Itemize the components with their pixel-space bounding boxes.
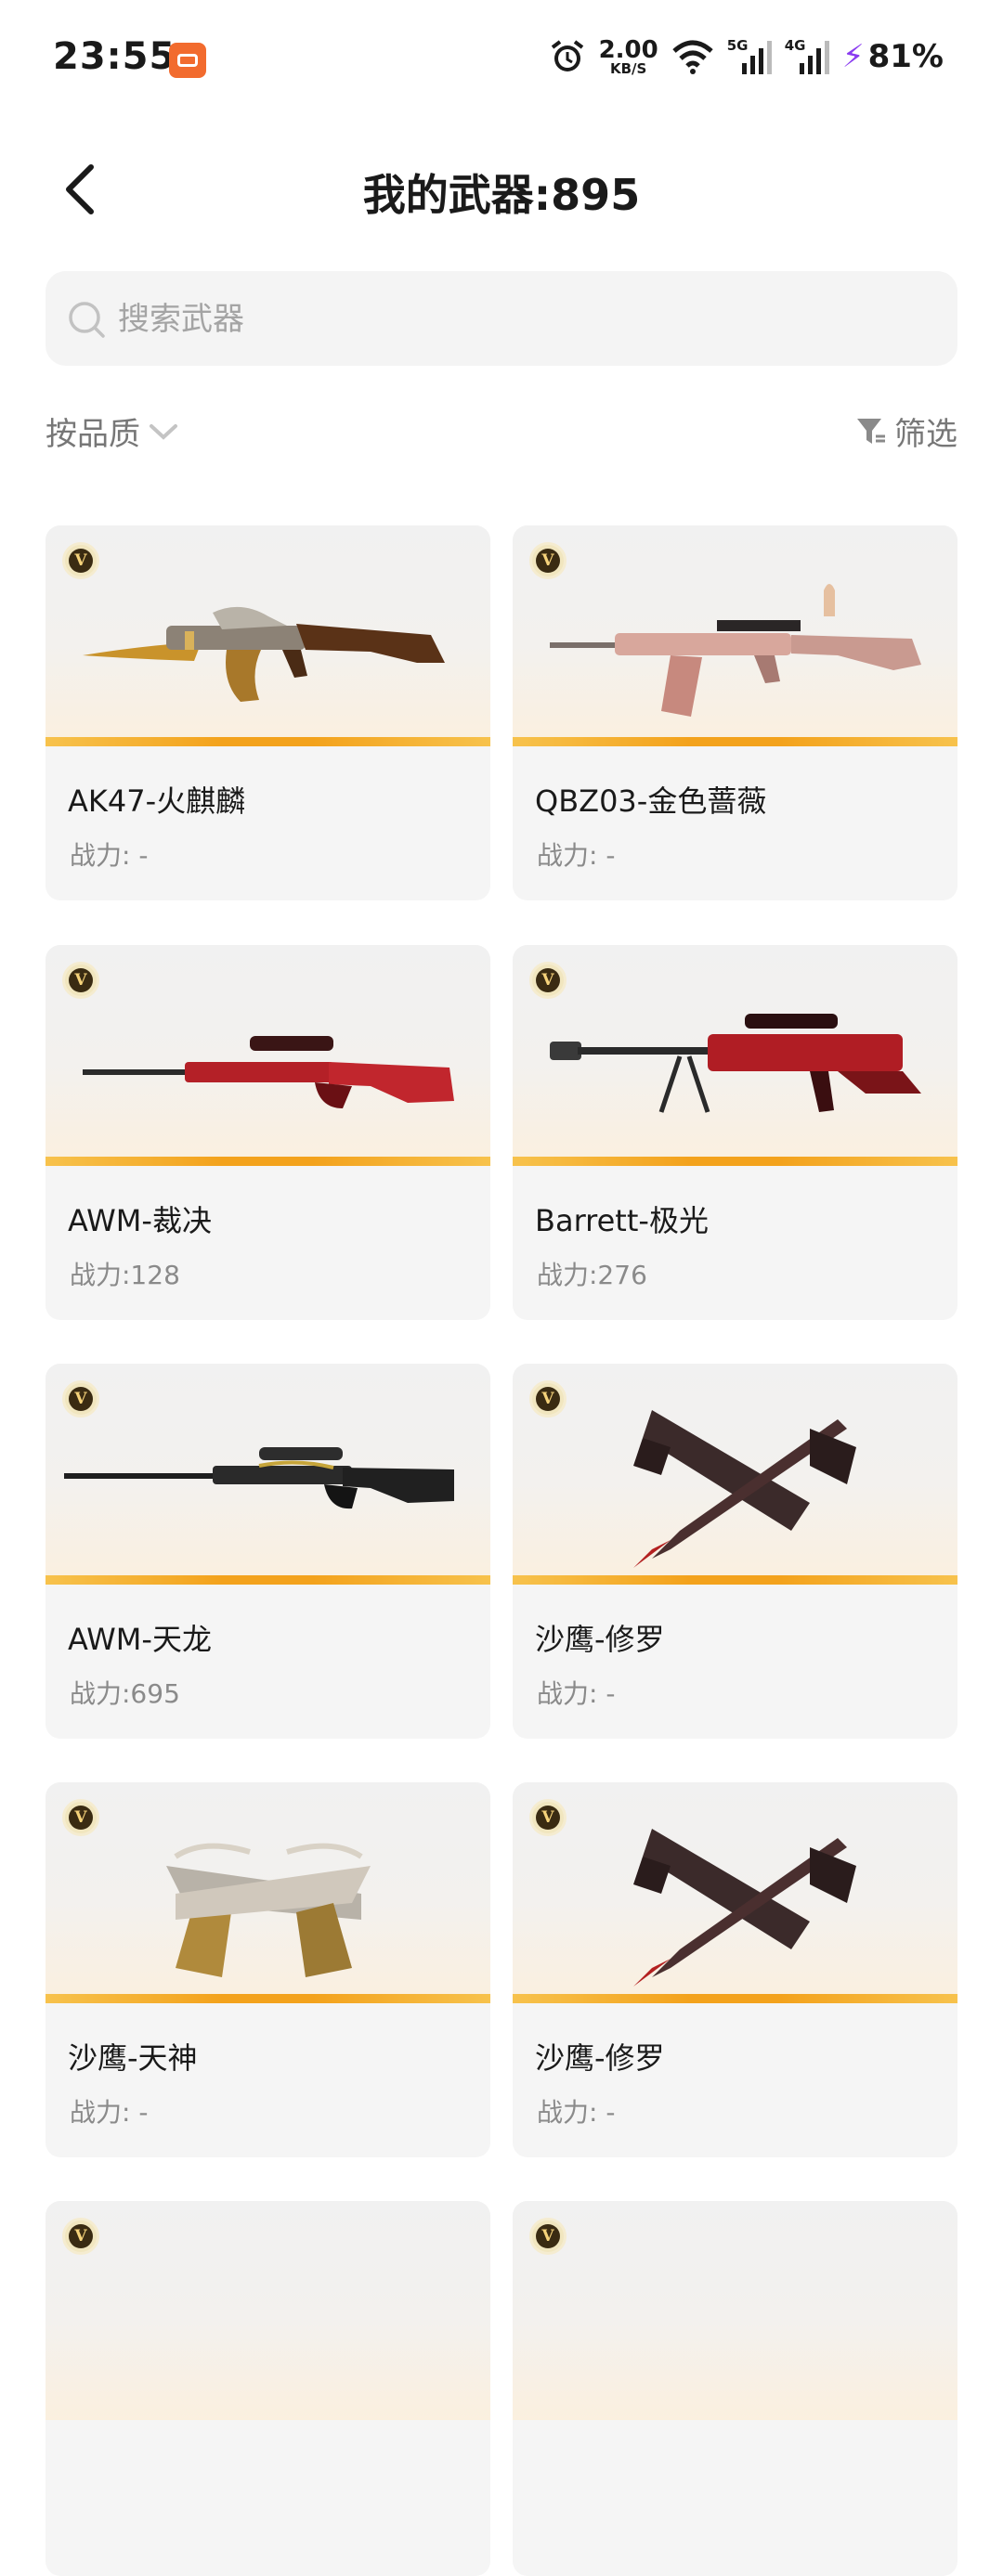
v-badge-icon: V [62, 2218, 99, 2255]
quality-bar [513, 737, 957, 746]
filter-icon [857, 418, 885, 444]
weapon-card[interactable]: V AK47-火麒麟 战力: - [46, 525, 490, 900]
weapon-image-area [513, 1782, 957, 2001]
quality-bar [513, 1994, 957, 2003]
weapon-name: AWM-天龙 [68, 1622, 212, 1657]
net-speed: 2.00 KB/S [599, 38, 658, 76]
weapon-card[interactable]: V 沙鹰-修罗 战力: - [513, 1782, 957, 2157]
battery-indicator: ⚡ 81% [842, 38, 944, 75]
weapon-power: 战力: - [537, 1678, 616, 1709]
filter-label: 筛选 [894, 416, 957, 453]
weapon-card[interactable]: V [46, 2201, 490, 2576]
wifi-icon [672, 40, 713, 74]
quality-bar [46, 1994, 490, 2003]
weapon-card[interactable]: V 沙鹰-修罗 战力: - [513, 1364, 957, 1739]
sniper-heavy-red-icon [550, 1014, 921, 1113]
quality-bar [46, 737, 490, 746]
status-indicators: 2.00 KB/S 5G 4G ⚡ 81% [549, 33, 944, 80]
chevron-down-icon [150, 423, 177, 440]
sort-by-quality-dropdown[interactable]: 按品质 [46, 408, 179, 454]
alarm-icon [551, 40, 583, 71]
weapon-power: 战力:276 [537, 1260, 647, 1290]
rifle-gold-icon [83, 606, 445, 702]
pistols-dark-icon [633, 1410, 856, 1568]
weapon-image-area [46, 1782, 490, 2001]
weapon-name: Barrett-极光 [535, 1203, 709, 1238]
search-input[interactable] [116, 271, 937, 368]
quality-bar [46, 1575, 490, 1585]
weapon-image-area [46, 525, 490, 744]
sniper-black-icon [64, 1447, 454, 1509]
v-badge-icon: V [529, 2218, 567, 2255]
battery-percent: 81% [867, 38, 944, 75]
quality-bar [46, 1157, 490, 1166]
weapon-image-area [46, 2201, 490, 2420]
weapon-card[interactable]: V QBZ03-金色蔷薇 战力: - [513, 525, 957, 900]
pistols-gold-icon [166, 1843, 371, 1977]
v-badge-icon: V [529, 542, 567, 579]
sniper-red-icon [83, 1036, 454, 1108]
weapon-power: 战力: - [70, 840, 149, 871]
weapon-image-area [513, 1364, 957, 1583]
weapon-name: QBZ03-金色蔷薇 [535, 783, 767, 819]
sort-filter-row: 按品质 筛选 [46, 408, 957, 464]
status-bar: 23:55 2.00 KB/S 5G 4G ⚡ 81% [0, 0, 1003, 121]
filter-button[interactable]: 筛选 [855, 408, 957, 454]
search-bar[interactable] [46, 271, 957, 368]
weapon-power: 战力: - [537, 840, 616, 871]
v-badge-icon: V [62, 542, 99, 579]
weapon-power: 战力:128 [70, 1260, 180, 1290]
quality-bar [513, 1157, 957, 1166]
net-speed-value: 2.00 [598, 35, 658, 64]
sort-label: 按品质 [46, 416, 140, 453]
weapon-card[interactable]: V AWM-天龙 战力:695 [46, 1364, 490, 1739]
header: 我的武器:895 [0, 139, 1003, 241]
weapon-card[interactable]: V AWM-裁决 战力:128 [46, 945, 490, 1320]
search-icon [69, 302, 105, 338]
signal-icon: 5G [727, 37, 772, 76]
weapon-card[interactable]: V Barrett-极光 战力:276 [513, 945, 957, 1320]
weapon-name: AWM-裁决 [68, 1203, 212, 1238]
weapon-name: AK47-火麒麟 [68, 783, 246, 819]
weapon-power: 战力: - [537, 2097, 616, 2128]
v-badge-icon: V [529, 1380, 567, 1417]
weapon-image-area [46, 945, 490, 1164]
weapon-card[interactable]: V [513, 2201, 957, 2576]
weapon-power: 战力: - [70, 2097, 149, 2128]
rifle-pink-icon [550, 584, 921, 717]
weapon-name: 沙鹰-修罗 [535, 1622, 665, 1657]
weapon-name: 沙鹰-天神 [68, 2040, 198, 2076]
weapon-image-area [46, 1364, 490, 1583]
weapon-image-area [513, 945, 957, 1164]
status-time: 23:55 [53, 35, 176, 78]
weapon-image-area [513, 525, 957, 744]
weapon-power: 战力:695 [70, 1678, 180, 1709]
page-title: 我的武器:895 [362, 170, 641, 220]
pistols-dark-icon [633, 1829, 856, 1987]
weapon-name: 沙鹰-修罗 [535, 2040, 665, 2076]
v-badge-icon: V [62, 1799, 99, 1836]
app-icon [169, 43, 206, 78]
weapon-card[interactable]: V 沙鹰-天神 战力: - [46, 1782, 490, 2157]
net-speed-unit: KB/S [609, 59, 647, 77]
weapon-image-area [513, 2201, 957, 2420]
v-badge-icon: V [62, 1380, 99, 1417]
v-badge-icon: V [62, 962, 99, 999]
charging-icon: ⚡ [841, 38, 865, 75]
quality-bar [513, 1575, 957, 1585]
v-badge-icon: V [529, 962, 567, 999]
v-badge-icon: V [529, 1799, 567, 1836]
signal-icon-2: 4G [785, 37, 829, 76]
